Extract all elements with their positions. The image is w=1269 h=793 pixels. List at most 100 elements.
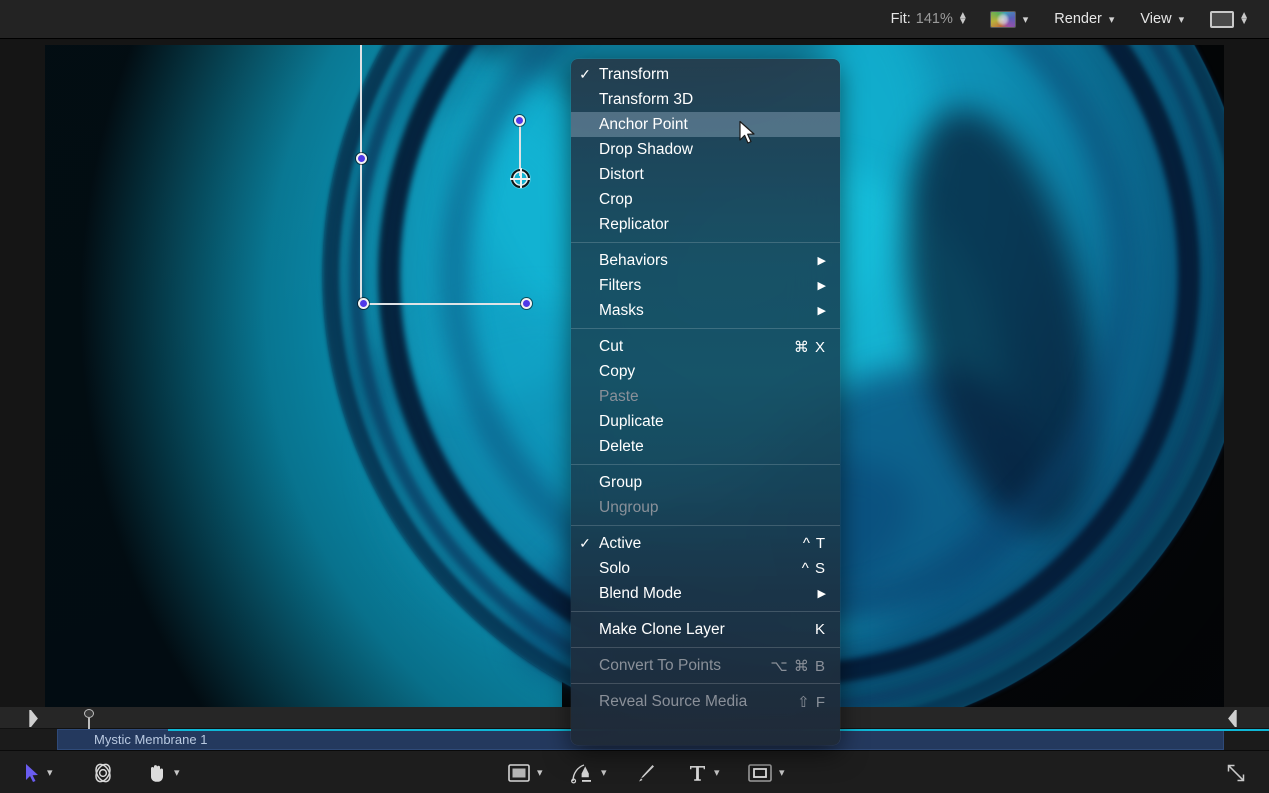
menu-item-group[interactable]: Group [571, 470, 840, 495]
menu-separator [571, 647, 840, 648]
menu-item-shortcut: ⌘ X [780, 338, 826, 356]
text-tool-chevron-down-icon[interactable]: ▾ [714, 766, 720, 779]
color-wheel-icon[interactable] [990, 11, 1016, 28]
menu-item-crop[interactable]: Crop [571, 187, 840, 212]
render-label: Render [1054, 11, 1102, 27]
menu-item-shortcut: ⌥ ⌘ B [756, 657, 826, 675]
menu-separator [571, 464, 840, 465]
menu-item-convert-to-points: Convert To Points⌥ ⌘ B [571, 653, 840, 678]
fit-label: Fit: [891, 11, 911, 27]
view-layout-icon[interactable] [1210, 11, 1234, 28]
fit-zoom-control[interactable]: Fit: 141% ▲▼ [891, 0, 968, 39]
menu-item-label: Replicator [599, 216, 826, 234]
menu-item-label: Reveal Source Media [599, 693, 783, 711]
menu-item-label: Delete [599, 438, 826, 456]
menu-item-anchor-point[interactable]: Anchor Point [571, 112, 840, 137]
bottom-toolbar: ▾ ▾ ▾ ▾ [0, 750, 1269, 793]
menu-item-shortcut: ⇧ F [783, 693, 826, 711]
checkmark-icon: ✓ [571, 66, 599, 83]
bezier-tool[interactable]: ▾ [570, 751, 607, 793]
menu-item-drop-shadow[interactable]: Drop Shadow [571, 137, 840, 162]
menu-item-label: Copy [599, 363, 826, 381]
view-chevron-down-icon: ▾ [1179, 13, 1185, 26]
menu-separator [571, 328, 840, 329]
shape-tool[interactable]: ▾ [508, 751, 543, 793]
menu-item-active[interactable]: ✓Active^ T [571, 531, 840, 556]
text-tool[interactable]: ▾ [688, 751, 720, 793]
pan-tool[interactable]: ▾ [147, 751, 180, 793]
menu-item-solo[interactable]: Solo^ S [571, 556, 840, 581]
mask-tool-chevron-down-icon[interactable]: ▾ [779, 766, 785, 779]
paint-stroke-tool[interactable] [635, 751, 657, 793]
render-menu[interactable]: Render ▾ [1054, 11, 1114, 27]
render-chevron-down-icon: ▾ [1109, 13, 1115, 26]
menu-item-label: Active [599, 535, 789, 553]
layout-stepper-icon[interactable]: ▲▼ [1239, 13, 1249, 25]
menu-item-label: Ungroup [599, 499, 826, 517]
menu-item-label: Convert To Points [599, 657, 756, 675]
menu-item-label: Behaviors [599, 252, 806, 270]
menu-item-blend-mode[interactable]: Blend Mode▶ [571, 581, 840, 606]
menu-item-behaviors[interactable]: Behaviors▶ [571, 248, 840, 273]
menu-item-label: Solo [599, 560, 788, 578]
menu-item-shortcut: ^ T [789, 535, 826, 552]
layer-context-menu[interactable]: ✓TransformTransform 3DAnchor PointDrop S… [571, 59, 840, 745]
menu-item-label: Duplicate [599, 413, 826, 431]
menu-item-label: Group [599, 474, 826, 492]
playhead-marker-icon[interactable] [84, 709, 94, 729]
menu-item-label: Masks [599, 302, 806, 320]
menu-item-label: Paste [599, 388, 826, 406]
submenu-arrow-icon: ▶ [806, 304, 826, 317]
fit-value: 141% [916, 11, 953, 27]
color-chevron-down-icon[interactable]: ▾ [1023, 13, 1029, 26]
fit-stepper-icon[interactable]: ▲▼ [958, 13, 968, 25]
menu-separator [571, 683, 840, 684]
menu-item-duplicate[interactable]: Duplicate [571, 409, 840, 434]
checkmark-icon: ✓ [571, 535, 599, 552]
menu-item-label: Anchor Point [599, 116, 826, 134]
mask-tool[interactable]: ▾ [748, 751, 785, 793]
menu-item-transform-3d[interactable]: Transform 3D [571, 87, 840, 112]
menu-separator [571, 242, 840, 243]
menu-item-reveal-source-media: Reveal Source Media⇧ F [571, 689, 840, 714]
menu-item-label: Blend Mode [599, 585, 806, 603]
menu-item-delete[interactable]: Delete [571, 434, 840, 459]
menu-item-transform[interactable]: ✓Transform [571, 62, 840, 87]
menu-item-masks[interactable]: Masks▶ [571, 298, 840, 323]
shape-tool-chevron-down-icon[interactable]: ▾ [537, 766, 543, 779]
menu-item-distort[interactable]: Distort [571, 162, 840, 187]
fullscreen-toggle[interactable] [1226, 751, 1246, 793]
motion-app-window: Fit: 141% ▲▼ ▾ Render ▾ View ▾ ▲▼ [0, 0, 1269, 793]
menu-item-filters[interactable]: Filters▶ [571, 273, 840, 298]
submenu-arrow-icon: ▶ [806, 279, 826, 292]
select-tool-chevron-down-icon[interactable]: ▾ [47, 766, 53, 779]
select-tool[interactable]: ▾ [24, 751, 53, 793]
menu-item-label: Make Clone Layer [599, 621, 801, 639]
menu-item-make-clone-layer[interactable]: Make Clone LayerK [571, 617, 840, 642]
orbit-tool[interactable] [92, 751, 114, 793]
playhead-head [84, 709, 94, 718]
menu-separator [571, 611, 840, 612]
pan-tool-chevron-down-icon[interactable]: ▾ [174, 766, 180, 779]
bezier-tool-chevron-down-icon[interactable]: ▾ [601, 766, 607, 779]
menu-item-ungroup: Ungroup [571, 495, 840, 520]
menu-item-paste: Paste [571, 384, 840, 409]
menu-item-cut[interactable]: Cut⌘ X [571, 334, 840, 359]
menu-item-shortcut: ^ S [788, 560, 826, 577]
menu-item-shortcut: K [801, 621, 826, 638]
menu-item-copy[interactable]: Copy [571, 359, 840, 384]
view-menu[interactable]: View ▾ [1140, 11, 1184, 27]
menu-item-label: Transform [599, 66, 826, 84]
menu-item-label: Distort [599, 166, 826, 184]
submenu-arrow-icon: ▶ [806, 254, 826, 267]
menu-separator [571, 525, 840, 526]
playhead-stem [88, 718, 90, 729]
menu-item-label: Drop Shadow [599, 141, 826, 159]
menu-item-label: Filters [599, 277, 806, 295]
menu-item-label: Crop [599, 191, 826, 209]
menu-item-label: Cut [599, 338, 780, 356]
menu-item-replicator[interactable]: Replicator [571, 212, 840, 237]
submenu-arrow-icon: ▶ [806, 587, 826, 600]
view-label: View [1140, 11, 1171, 27]
canvas-top-bar: Fit: 141% ▲▼ ▾ Render ▾ View ▾ ▲▼ [0, 0, 1269, 39]
